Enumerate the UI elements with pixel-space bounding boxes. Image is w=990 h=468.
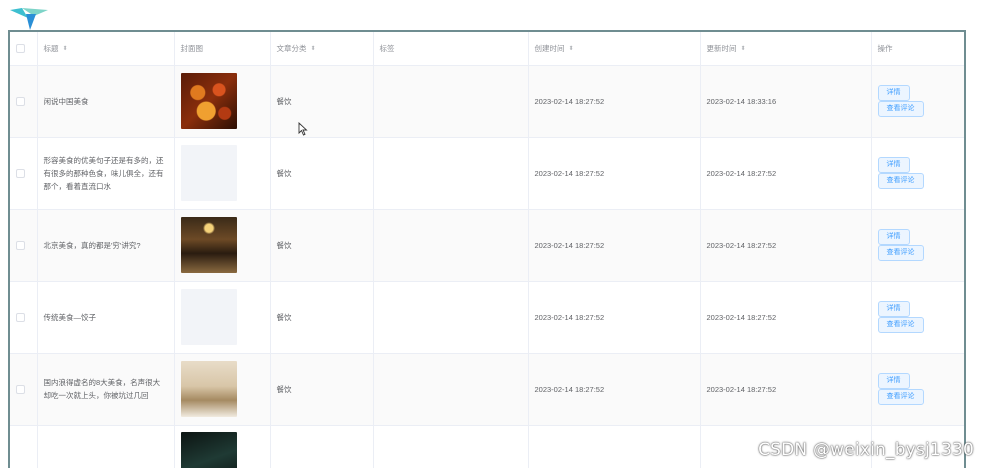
- select-all-checkbox[interactable]: [16, 44, 25, 53]
- article-category: 餐饮: [276, 96, 292, 106]
- article-category: 餐饮: [276, 312, 292, 322]
- sort-caret-icon[interactable]: ⬍: [569, 46, 574, 52]
- column-header-created[interactable]: 创建时间 ⬍: [528, 32, 701, 66]
- sort-caret-icon[interactable]: ⬍: [63, 46, 68, 52]
- detail-button[interactable]: 详情: [877, 301, 910, 317]
- cover-image: [180, 361, 237, 417]
- updated-time: 2023-02-14 18:33:16: [706, 96, 777, 106]
- created-time: 2023-02-14 18:27:52: [534, 96, 605, 106]
- created-time: 2023-02-14 18:27:52: [534, 240, 605, 250]
- mouse-cursor-icon: [298, 122, 308, 136]
- view-comments-button[interactable]: 查看评论: [877, 317, 924, 333]
- article-table: 标题 ⬍ 封面图 文章分类 ⬍ 标签 创建时间 ⬍ 更新时间 ⬍ 操作 闲说中国美食 餐…: [10, 32, 964, 468]
- table-row: 传统美食—饺子 餐饮 2023-02-14 18:27:52 2023-02-1…: [10, 281, 964, 354]
- updated-time: 2023-02-14 18:27:52: [706, 384, 777, 394]
- article-title: 形容美食的优美句子还是有多的，还有很多的那种色食，味儿俱全，还有那个，看着直流口…: [43, 155, 164, 191]
- column-header-title[interactable]: 标题 ⬍: [37, 32, 175, 66]
- cover-image: [180, 73, 237, 129]
- article-category: 餐饮: [276, 168, 292, 178]
- table-row: 闲说中国美食 餐饮 2023-02-14 18:27:52 2023-02-14…: [10, 65, 964, 138]
- article-table-panel: 标题 ⬍ 封面图 文章分类 ⬍ 标签 创建时间 ⬍ 更新时间 ⬍ 操作 闲说中国美食 餐…: [8, 30, 966, 468]
- cover-image: [180, 217, 237, 273]
- sort-caret-icon[interactable]: ⬍: [311, 46, 316, 52]
- detail-button[interactable]: 详情: [877, 157, 910, 173]
- select-all-cell[interactable]: [10, 32, 38, 66]
- updated-time: 2023-02-14 18:27:52: [706, 168, 777, 178]
- table-row: 北京美食，真的都是'穷'讲究? 餐饮 2023-02-14 18:27:52 2…: [10, 209, 964, 282]
- row-checkbox[interactable]: [16, 96, 25, 106]
- created-time: 2023-02-14 18:27:52: [534, 168, 605, 178]
- view-comments-button[interactable]: 查看评论: [877, 245, 924, 261]
- column-header-tags: 标签: [373, 32, 529, 66]
- row-checkbox[interactable]: [16, 240, 25, 250]
- row-checkbox[interactable]: [16, 384, 25, 394]
- article-title: 北京美食，真的都是'穷'讲究?: [43, 240, 141, 250]
- article-title: 闲说中国美食: [43, 96, 89, 106]
- sort-caret-icon[interactable]: ⬍: [741, 46, 746, 52]
- article-title: 传统美食—饺子: [43, 312, 97, 322]
- updated-time: 2023-02-14 18:27:52: [706, 240, 777, 250]
- detail-button[interactable]: 详情: [877, 229, 910, 245]
- row-checkbox[interactable]: [16, 312, 25, 322]
- column-header-updated[interactable]: 更新时间 ⬍: [700, 32, 872, 66]
- table-header: 标题 ⬍ 封面图 文章分类 ⬍ 标签 创建时间 ⬍ 更新时间 ⬍ 操作: [10, 32, 964, 66]
- app-logo-icon: [10, 8, 48, 30]
- view-comments-button[interactable]: 查看评论: [877, 101, 924, 117]
- detail-button[interactable]: 详情: [877, 373, 910, 389]
- detail-button[interactable]: 详情: [877, 85, 910, 101]
- created-time: 2023-02-14 18:27:52: [534, 312, 605, 322]
- column-header-category[interactable]: 文章分类 ⬍: [270, 32, 374, 66]
- cover-image: [180, 431, 237, 468]
- view-comments-button[interactable]: 查看评论: [877, 173, 924, 189]
- article-category: 餐饮: [276, 240, 292, 250]
- view-comments-button[interactable]: 查看评论: [877, 389, 924, 405]
- table-row: 形容美食的优美句子还是有多的，还有很多的那种色食，味儿俱全，还有那个，看着直流口…: [10, 137, 964, 210]
- cover-image: [180, 289, 237, 345]
- table-row: 国内浪得虚名的8大美食，名声很大却吃一次就上头，你被坑过几回 餐饮 2023-0…: [10, 353, 964, 426]
- updated-time: 2023-02-14 18:27:52: [706, 312, 777, 322]
- column-header-actions: 操作: [871, 32, 964, 66]
- watermark: CSDN @weixin_bysj1330: [758, 440, 974, 460]
- row-checkbox[interactable]: [16, 168, 25, 178]
- article-title: 国内浪得虚名的8大美食，名声很大却吃一次就上头，你被坑过几回: [43, 378, 161, 400]
- column-header-cover: 封面图: [174, 32, 271, 66]
- cover-image: [180, 145, 237, 201]
- article-category: 餐饮: [276, 384, 292, 394]
- created-time: 2023-02-14 18:27:52: [534, 384, 605, 394]
